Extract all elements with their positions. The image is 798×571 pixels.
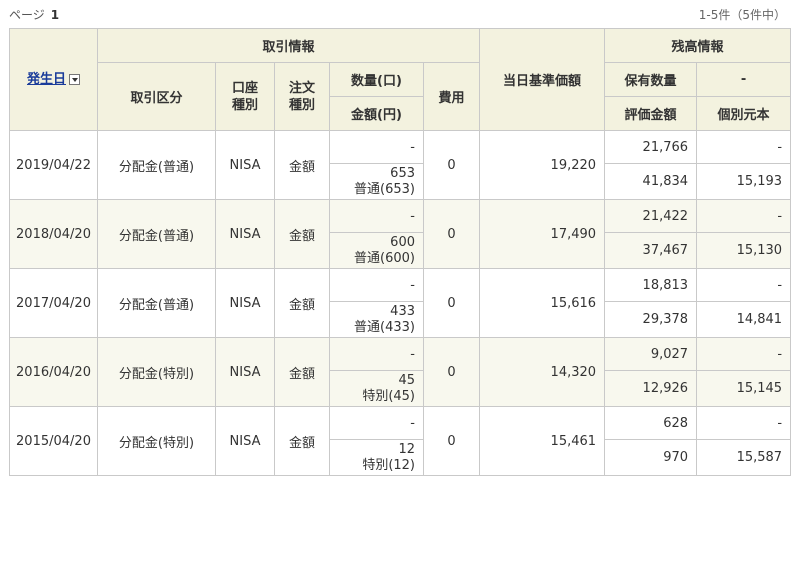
- nav-cell: 15,616: [479, 268, 606, 338]
- table-row: 2015/04/20 分配金(特別) NISA 金額 - 0 15,461 62…: [9, 406, 792, 476]
- date-sort-link[interactable]: 発生日: [27, 72, 66, 87]
- dash-cell: -: [696, 268, 792, 302]
- dash-cell: -: [696, 337, 792, 371]
- torihiki-group-header: 取引情報: [96, 28, 481, 63]
- chumon-cell: 金額: [274, 199, 330, 269]
- quantity-cell: -: [329, 406, 424, 440]
- koza-cell: NISA: [215, 130, 275, 200]
- valuation-cell: 41,834: [604, 163, 698, 200]
- page-indicator: ページ 1: [9, 6, 59, 23]
- chumon-cell: 金額: [274, 268, 330, 338]
- date-cell: 2015/04/20: [9, 406, 98, 476]
- quantity-cell: -: [329, 199, 424, 233]
- amount-value: 653: [390, 166, 415, 181]
- holding-cell: 18,813: [604, 268, 698, 302]
- fee-cell: 0: [422, 337, 481, 407]
- amount-detail: 普通(600): [354, 251, 415, 266]
- nav-cell: 14,320: [479, 337, 606, 407]
- fee-header: 費用: [422, 62, 481, 131]
- fee-cell: 0: [422, 130, 481, 200]
- koza-cell: NISA: [215, 268, 275, 338]
- koza-header: 口座 種別: [215, 62, 275, 131]
- principal-cell: 15,145: [696, 370, 792, 407]
- quantity-cell: -: [329, 130, 424, 164]
- date-cell: 2016/04/20: [9, 337, 98, 407]
- valuation-cell: 37,467: [604, 232, 698, 269]
- table-row: 2016/04/20 分配金(特別) NISA 金額 - 0 14,320 9,…: [9, 337, 792, 407]
- chumon-cell: 金額: [274, 337, 330, 407]
- page-label: ページ: [9, 8, 45, 22]
- table-row: 2018/04/20 分配金(普通) NISA 金額 - 0 17,490 21…: [9, 199, 792, 269]
- koza-cell: NISA: [215, 337, 275, 407]
- amount-cell: 600 普通(600): [329, 232, 424, 269]
- valuation-cell: 29,378: [604, 301, 698, 338]
- principal-cell: 15,130: [696, 232, 792, 269]
- chumon-cell: 金額: [274, 406, 330, 476]
- kubun-cell: 分配金(特別): [97, 337, 216, 407]
- holding-cell: 628: [604, 406, 698, 440]
- kubun-cell: 分配金(普通): [97, 130, 216, 200]
- fee-cell: 0: [422, 268, 481, 338]
- principal-cell: 15,587: [696, 439, 792, 476]
- transaction-history-table: 発生日 取引情報 当日基準価額 残高情報 取引区分 口座 種別 注文 種別 数量(口…: [9, 28, 792, 476]
- amount-cell: 12 特別(12): [329, 439, 424, 476]
- chumon-header: 注文 種別: [274, 62, 330, 131]
- amount-cell: 653 普通(653): [329, 163, 424, 200]
- quantity-header: 数量(口): [329, 62, 424, 97]
- sort-dropdown-icon[interactable]: [69, 74, 80, 85]
- valuation-cell: 12,926: [604, 370, 698, 407]
- principal-cell: 15,193: [696, 163, 792, 200]
- kubun-cell: 分配金(普通): [97, 268, 216, 338]
- amount-detail: 普通(653): [354, 182, 415, 197]
- amount-detail: 普通(433): [354, 320, 415, 335]
- dash-cell: -: [696, 130, 792, 164]
- nav-cell: 17,490: [479, 199, 606, 269]
- nav-header: 当日基準価額: [479, 28, 606, 131]
- valuation-cell: 970: [604, 439, 698, 476]
- holding-cell: 21,422: [604, 199, 698, 233]
- amount-value: 12: [398, 442, 415, 457]
- kubun-cell: 分配金(特別): [97, 406, 216, 476]
- holding-cell: 9,027: [604, 337, 698, 371]
- koza-cell: NISA: [215, 406, 275, 476]
- nav-cell: 15,461: [479, 406, 606, 476]
- amount-header: 金額(円): [329, 96, 424, 131]
- amount-value: 45: [398, 373, 415, 388]
- table-row: 2019/04/22 分配金(普通) NISA 金額 - 0 19,220 21…: [9, 130, 792, 200]
- principal-header: 個別元本: [696, 96, 792, 131]
- kubun-cell: 分配金(普通): [97, 199, 216, 269]
- dash-header: -: [696, 62, 792, 97]
- amount-value: 433: [390, 304, 415, 319]
- quantity-cell: -: [329, 337, 424, 371]
- chumon-cell: 金額: [274, 130, 330, 200]
- dash-cell: -: [696, 199, 792, 233]
- principal-cell: 14,841: [696, 301, 792, 338]
- nav-cell: 19,220: [479, 130, 606, 200]
- valuation-header: 評価金額: [604, 96, 698, 131]
- amount-cell: 45 特別(45): [329, 370, 424, 407]
- holding-header: 保有数量: [604, 62, 698, 97]
- amount-cell: 433 普通(433): [329, 301, 424, 338]
- date-header[interactable]: 発生日: [9, 28, 98, 131]
- fee-cell: 0: [422, 406, 481, 476]
- pager-bar: ページ 1 1-5件（5件中）: [0, 0, 798, 28]
- koza-cell: NISA: [215, 199, 275, 269]
- amount-detail: 特別(45): [362, 389, 415, 404]
- holding-cell: 21,766: [604, 130, 698, 164]
- table-row: 2017/04/20 分配金(普通) NISA 金額 - 0 15,616 18…: [9, 268, 792, 338]
- fee-cell: 0: [422, 199, 481, 269]
- kubun-header: 取引区分: [97, 62, 216, 131]
- dash-cell: -: [696, 406, 792, 440]
- zandaka-group-header: 残高情報: [604, 28, 792, 63]
- date-cell: 2019/04/22: [9, 130, 98, 200]
- result-count: 1-5件（5件中）: [698, 8, 786, 22]
- date-cell: 2017/04/20: [9, 268, 98, 338]
- quantity-cell: -: [329, 268, 424, 302]
- amount-value: 600: [390, 235, 415, 250]
- date-cell: 2018/04/20: [9, 199, 98, 269]
- amount-detail: 特別(12): [362, 458, 415, 473]
- page-number: 1: [50, 8, 60, 22]
